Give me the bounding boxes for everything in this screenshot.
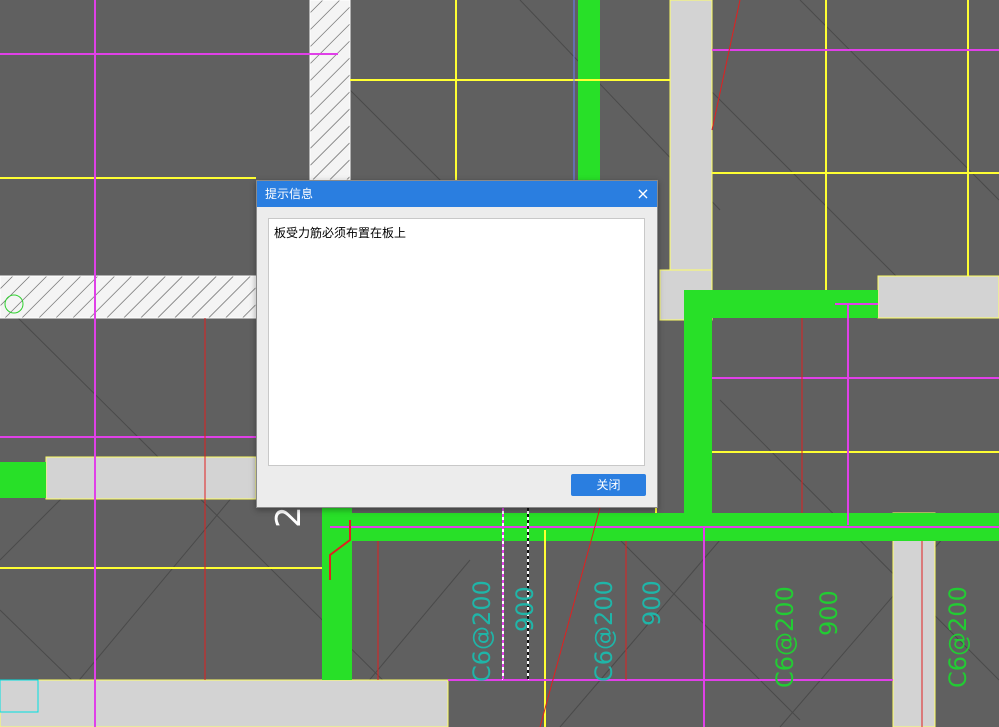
message-text: 板受力筋必须布置在板上 xyxy=(274,226,407,240)
annotation-text: 900 xyxy=(638,580,666,626)
dialog-titlebar[interactable]: 提示信息 × xyxy=(257,181,657,207)
annotation-text: C6@200 xyxy=(771,586,799,688)
close-button[interactable]: 关闭 xyxy=(571,474,646,496)
dialog-title: 提示信息 xyxy=(265,187,314,201)
close-icon[interactable]: × xyxy=(633,184,653,204)
annotation-text: 2 xyxy=(269,506,309,528)
annotation-text: C6@200 xyxy=(944,586,972,688)
annotation-text: 900 xyxy=(815,590,843,636)
annotation-text: 900 xyxy=(511,586,539,632)
annotation-text: C6@200 xyxy=(468,580,496,682)
message-text-area: 板受力筋必须布置在板上 xyxy=(268,218,645,466)
annotation-text: C6@200 xyxy=(590,580,618,682)
message-dialog: 提示信息 × 板受力筋必须布置在板上 关闭 xyxy=(256,180,658,508)
